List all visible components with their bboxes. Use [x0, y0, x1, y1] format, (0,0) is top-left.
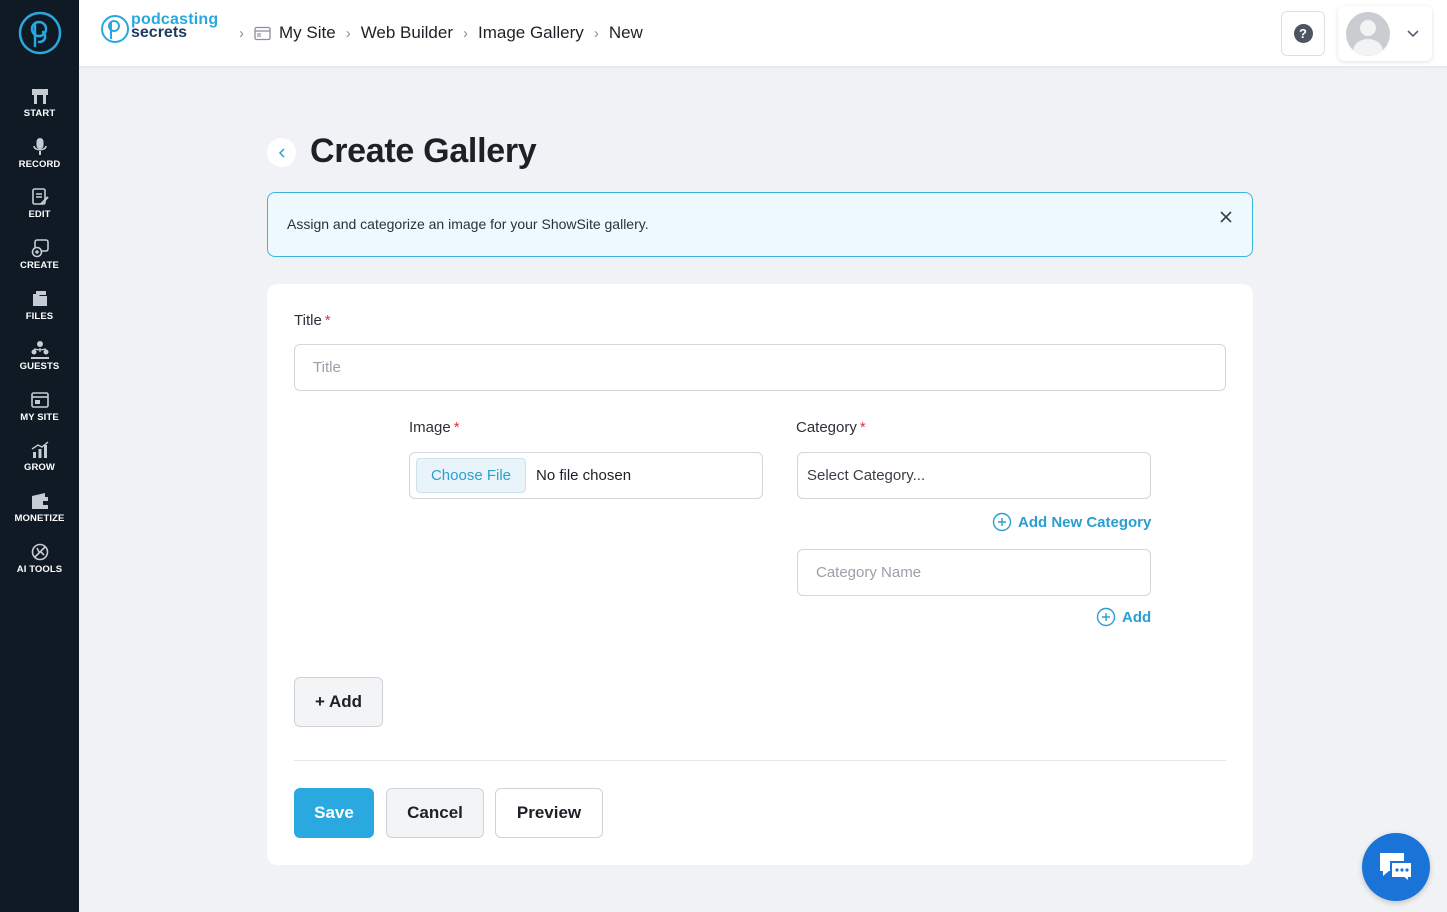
cancel-button[interactable]: Cancel	[386, 788, 484, 838]
sidebar-item-label: MY SITE	[20, 412, 59, 423]
help-button[interactable]: ?	[1281, 11, 1325, 56]
add-image-button[interactable]: + Add	[294, 677, 383, 727]
info-notice: Assign and categorize an image for your …	[267, 192, 1253, 257]
required-mark: *	[453, 419, 460, 436]
microphone-icon	[32, 138, 47, 155]
monetize-icon	[31, 493, 48, 509]
image-label: Image *	[409, 419, 460, 436]
top-header: podcasting secrets › My Site › Web Build…	[79, 0, 1447, 67]
sidebar-item-label: RECORD	[18, 159, 61, 170]
required-mark: *	[324, 312, 331, 329]
title-input[interactable]: Title	[294, 344, 1226, 391]
my-site-icon	[30, 392, 49, 408]
plus-circle-icon	[1096, 607, 1116, 627]
add-new-category-label: Add New Category	[1018, 513, 1152, 531]
preview-button[interactable]: Preview	[495, 788, 603, 838]
file-status: No file chosen	[536, 467, 632, 484]
browser-window-icon	[254, 26, 271, 40]
sidebar-item-monetize[interactable]: MONETIZE	[0, 489, 79, 537]
sidebar-item-create[interactable]: CREATE	[0, 236, 79, 284]
chat-button[interactable]	[1362, 833, 1430, 901]
chevron-left-icon	[278, 147, 285, 158]
breadcrumb-new: New	[608, 23, 643, 42]
chat-icon	[1380, 853, 1413, 884]
edit-icon	[31, 188, 49, 205]
brand-name-line2: secrets	[131, 24, 188, 41]
add-category-label: Add	[1122, 608, 1152, 626]
sidebar-item-files[interactable]: FILES	[0, 287, 79, 335]
category-select[interactable]: Select Category...	[797, 452, 1151, 499]
gallery-form-card: Title * Title Image * Choose File No file …	[267, 284, 1253, 865]
files-icon	[32, 291, 47, 306]
sidebar-item-start[interactable]: START	[0, 84, 79, 132]
chevron-right-icon: ›	[345, 24, 351, 42]
breadcrumb-image-gallery[interactable]: Image Gallery	[478, 23, 584, 43]
required-mark: *	[859, 419, 866, 436]
add-category-link[interactable]: Add	[1096, 607, 1151, 627]
breadcrumb-my-site[interactable]: My Site	[279, 23, 336, 43]
chevron-right-icon: ›	[239, 24, 244, 42]
category-name-input[interactable]: Category Name	[797, 549, 1151, 596]
sidebar-item-ai-tools[interactable]: AI TOOLS	[0, 540, 79, 588]
sidebar-item-label: FILES	[25, 311, 54, 322]
chevron-right-icon: ›	[593, 24, 599, 42]
notice-text: Assign and categorize an image for your …	[287, 216, 649, 232]
sidebar-item-label: MONETIZE	[14, 513, 65, 524]
chevron-down-icon	[1407, 30, 1419, 38]
sidebar-item-label: GUESTS	[19, 361, 60, 372]
avatar	[1346, 12, 1390, 56]
guests-icon	[30, 341, 49, 359]
create-icon	[31, 239, 49, 258]
plus-circle-icon	[992, 512, 1012, 532]
grow-icon	[31, 441, 48, 458]
divider	[294, 760, 1226, 761]
chevron-right-icon: ›	[462, 24, 468, 42]
category-label: Category *	[796, 419, 866, 436]
save-button[interactable]: Save	[294, 788, 374, 838]
brand-mark-icon	[101, 15, 129, 43]
sidebar-item-label: EDIT	[28, 209, 51, 220]
podcasting-secrets-logo-icon[interactable]	[17, 10, 63, 56]
sidebar: START RECORD EDIT CREATE FILES GUESTS MY…	[0, 0, 79, 912]
back-button[interactable]	[267, 138, 296, 167]
ai-tools-icon	[31, 543, 48, 561]
sidebar-item-label: CREATE	[20, 260, 59, 271]
sidebar-item-guests[interactable]: GUESTS	[0, 337, 79, 385]
breadcrumb: › My Site › Web Builder › Image Gallery …	[229, 20, 643, 46]
sidebar-item-record[interactable]: RECORD	[0, 135, 79, 183]
sidebar-item-edit[interactable]: EDIT	[0, 185, 79, 233]
start-icon	[31, 89, 48, 104]
breadcrumb-web-builder[interactable]: Web Builder	[361, 23, 453, 43]
image-file-input: Choose File No file chosen	[409, 452, 763, 499]
sidebar-item-label: AI TOOLS	[16, 564, 63, 575]
title-label: Title *	[294, 312, 331, 329]
sidebar-item-label: GROW	[23, 462, 55, 473]
close-icon[interactable]	[1218, 209, 1234, 225]
sidebar-item-label: START	[23, 108, 56, 119]
sidebar-item-grow[interactable]: GROW	[0, 438, 79, 486]
user-menu-button[interactable]	[1338, 6, 1432, 61]
choose-file-button[interactable]: Choose File	[416, 458, 526, 493]
help-icon: ?	[1293, 24, 1313, 43]
add-new-category-link[interactable]: Add New Category	[992, 512, 1151, 532]
page-title: Create Gallery	[310, 132, 537, 170]
sidebar-item-my-site[interactable]: MY SITE	[0, 388, 79, 436]
